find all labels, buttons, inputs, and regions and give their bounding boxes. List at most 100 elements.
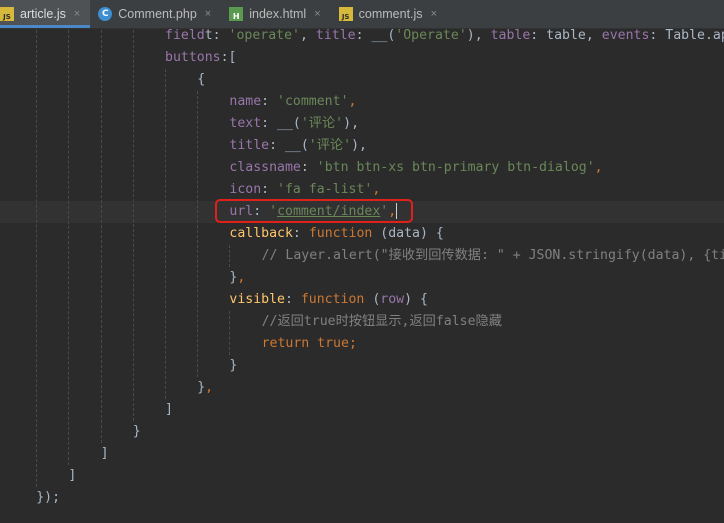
code-token: t: (204, 29, 229, 43)
code-token: ) { (404, 292, 428, 307)
code-token: 'btn btn-xs btn-primary btn-dialog' (316, 160, 595, 175)
code-token: name (229, 94, 262, 109)
code-token: //返回true时按钮显示,返回false隐藏 (261, 314, 502, 329)
code-token: title (229, 138, 270, 153)
code-line[interactable]: visible: function (row) { (0, 289, 428, 311)
code-token: :[ (220, 50, 237, 65)
code-token: , (348, 94, 357, 109)
code-token: : (261, 94, 278, 109)
code-token: : __( (269, 138, 309, 153)
code-line[interactable]: // Layer.alert("接收到回传数据: " + JSON.string… (0, 245, 724, 267)
tab-index-html[interactable]: Hindex.html × (221, 0, 330, 28)
code-token: visible (229, 292, 285, 307)
code-line[interactable]: //返回true时按钮显示,返回false隐藏 (0, 311, 502, 333)
code-token: '评论' (308, 138, 352, 153)
js-file-icon: JS (0, 7, 14, 21)
code-token: ; (348, 336, 357, 351)
code-line[interactable]: name: 'comment', (0, 91, 356, 113)
code-token: icon (229, 182, 262, 197)
code-token: , (300, 29, 316, 43)
code-token: 'operate' (228, 29, 300, 43)
code-token: (data) { (372, 226, 444, 241)
tab-label: comment.js (358, 7, 423, 21)
code-token: }); (36, 490, 61, 505)
close-icon[interactable]: × (205, 8, 211, 20)
code-line[interactable]: { (0, 69, 205, 91)
code-token: buttons (165, 50, 221, 65)
code-token: row (380, 292, 405, 307)
code-token: : (292, 226, 309, 241)
code-token: 'comment' (277, 94, 349, 109)
indent-guide (100, 29, 102, 443)
code-token: } (229, 358, 238, 373)
indent-guide (36, 29, 38, 487)
code-token: : (300, 160, 317, 175)
code-token: text (229, 116, 262, 131)
code-line[interactable]: }, (0, 377, 213, 399)
code-token: function (300, 292, 365, 307)
php-file-icon: C (98, 7, 113, 21)
code-line[interactable]: ] (0, 443, 109, 465)
code-token: : (261, 182, 278, 197)
code-token: // Layer.alert("接收到回传数据: " + JSON.string… (261, 248, 724, 263)
code-token: : table, (530, 29, 602, 43)
code-token: : __( (261, 116, 301, 131)
code-token: , (237, 270, 246, 285)
code-line[interactable]: } (0, 421, 141, 443)
indent-guide (229, 245, 231, 267)
close-icon[interactable]: × (74, 8, 80, 20)
code-line[interactable]: }); (0, 487, 60, 509)
code-token: } (132, 424, 141, 439)
code-line[interactable]: classname: 'btn btn-xs btn-primary btn-d… (0, 157, 603, 179)
js-file-icon: JS (338, 7, 353, 21)
code-token: , (205, 380, 214, 395)
code-token: ( (364, 292, 381, 307)
code-token: callback (229, 226, 293, 241)
tab-comment-js[interactable]: JS comment.js × (331, 0, 447, 28)
editor-tab-bar: JS article.js × C Comment.php × Hindex.html × JS… (0, 0, 724, 29)
close-icon[interactable]: × (431, 8, 437, 20)
code-token: '评论' (300, 116, 344, 131)
tab-label: article.js (20, 7, 66, 21)
code-token: ), (343, 116, 360, 131)
code-token: : (284, 292, 301, 307)
code-token: classname (229, 160, 301, 175)
code-line[interactable]: return true; (0, 333, 357, 355)
tab-article-js[interactable]: JS article.js × (0, 0, 91, 28)
code-token: ] (68, 468, 77, 483)
code-line[interactable]: callback: function (data) { (0, 223, 444, 245)
indent-guide (165, 69, 166, 399)
code-line[interactable]: icon: 'fa fa-list', (0, 179, 380, 201)
code-token: ), (466, 29, 491, 43)
code-line[interactable]: title: __('评论'), (0, 135, 367, 157)
code-token: 'Operate' (395, 29, 467, 43)
code-editor[interactable]: });]]}]},} return true; //返回true时按钮显示,返回fa… (0, 29, 724, 523)
indent-guide (197, 91, 199, 377)
code-token: : __( (355, 29, 396, 43)
code-token: ), (351, 138, 367, 153)
html-file-icon: H (229, 7, 244, 21)
close-icon[interactable]: × (314, 8, 320, 20)
code-token: title (315, 29, 356, 43)
code-line[interactable]: ] (0, 399, 173, 421)
code-token: table (490, 29, 531, 43)
code-token: events (601, 29, 650, 43)
indent-guide (68, 29, 70, 465)
code-token: : Table.api. (649, 29, 724, 43)
tab-label: Comment.php (118, 7, 197, 21)
code-token: ] (165, 402, 173, 417)
code-token: { (197, 72, 206, 87)
code-token: return (261, 336, 310, 351)
tab-comment-php[interactable]: C Comment.php × (90, 0, 221, 28)
indent-guide (132, 29, 134, 421)
code-token: , (594, 160, 603, 175)
indent-guide (229, 311, 231, 355)
code-token: 'fa fa-list' (277, 182, 373, 197)
code-line[interactable]: text: __('评论'), (0, 113, 359, 135)
code-line[interactable]: ] (0, 465, 76, 487)
code-token: } (197, 380, 206, 395)
code-token: ] (100, 446, 109, 461)
code-line[interactable]: fieldt: 'operate', title: __('Operate'),… (0, 29, 724, 47)
code-token: true (309, 336, 349, 351)
url-highlight-box (215, 199, 413, 223)
